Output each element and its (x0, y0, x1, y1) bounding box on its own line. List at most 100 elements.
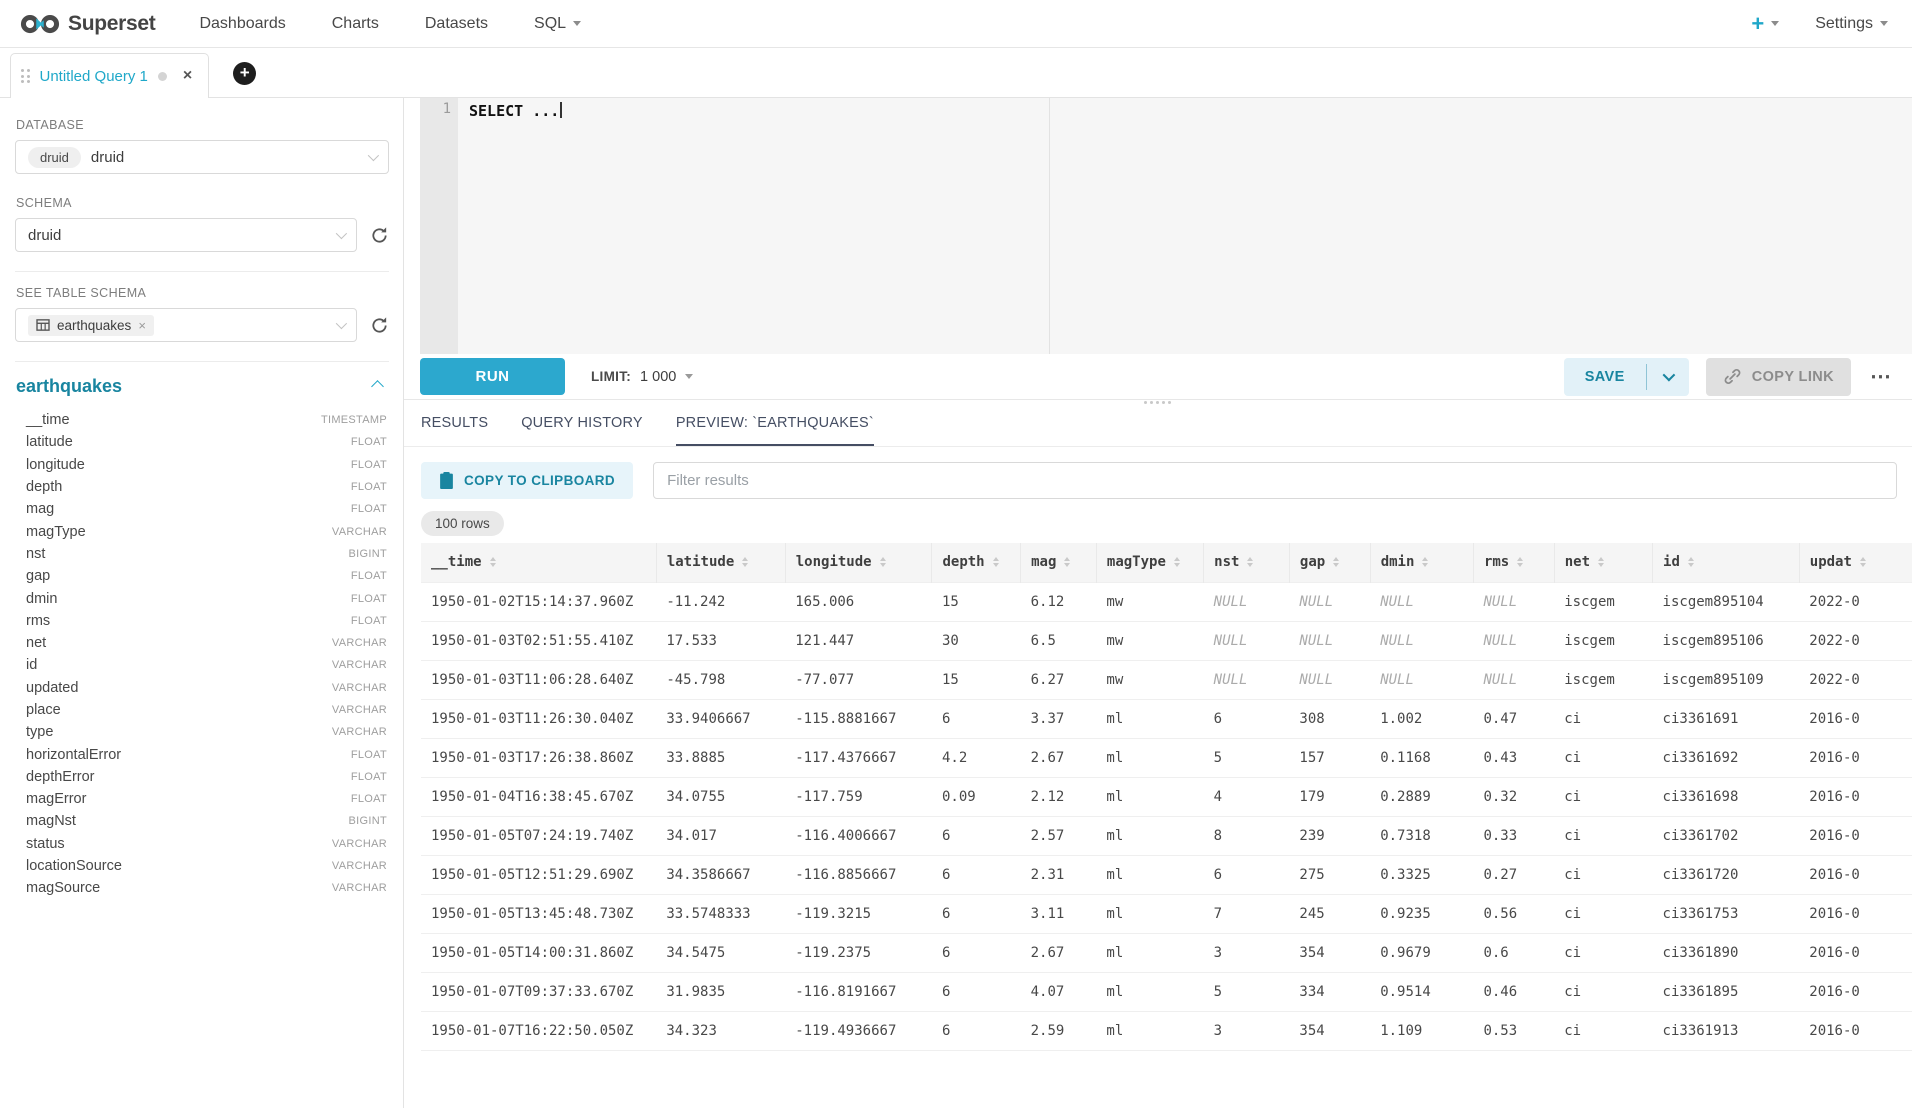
table-cell: ci (1554, 777, 1652, 816)
table-cell: 6 (932, 1011, 1021, 1050)
table-cell: 6 (932, 933, 1021, 972)
table-cell: 33.5748333 (656, 894, 785, 933)
table-cell: 33.9406667 (656, 699, 785, 738)
table-cell: iscgem (1554, 582, 1652, 621)
more-options-icon[interactable]: ⋯ (1868, 364, 1894, 389)
save-split-button: SAVE (1564, 358, 1689, 396)
table-cell: 0.43 (1473, 738, 1554, 777)
column-header-gap[interactable]: gap (1289, 543, 1370, 582)
collapse-table-icon[interactable] (371, 380, 384, 393)
column-header-latitude[interactable]: latitude (656, 543, 785, 582)
table-row: 1950-01-05T14:00:31.860Z34.5475-119.2375… (421, 933, 1912, 972)
copy-link-button[interactable]: COPY LINK (1706, 358, 1851, 396)
drag-handle-icon[interactable] (21, 69, 30, 83)
results-header-row: __timelatitudelongitudedepthmagmagTypens… (421, 543, 1912, 582)
query-tab-strip: Untitled Query 1 × + (0, 48, 1912, 98)
schema-column-type: VARCHAR (332, 838, 387, 850)
column-header-magType[interactable]: magType (1096, 543, 1203, 582)
schema-column-type: BIGINT (349, 548, 387, 560)
table-cell: 6 (1204, 855, 1290, 894)
table-row: 1950-01-05T07:24:19.740Z34.017-116.40066… (421, 816, 1912, 855)
run-button[interactable]: RUN (420, 358, 565, 395)
tab-results[interactable]: RESULTS (421, 415, 488, 446)
sort-icon (1598, 554, 1604, 570)
refresh-tables-icon[interactable] (370, 316, 389, 335)
schema-column-name: place (26, 702, 61, 718)
table-cell: 6 (932, 699, 1021, 738)
new-item-button[interactable]: + (1751, 13, 1779, 35)
settings-menu[interactable]: Settings (1815, 15, 1888, 33)
table-cell: NULL (1370, 660, 1473, 699)
copy-to-clipboard-button[interactable]: COPY TO CLIPBOARD (421, 462, 633, 499)
table-cell: ml (1096, 855, 1203, 894)
editor-code-area[interactable]: SELECT ... (458, 98, 1912, 354)
schema-column-type: FLOAT (351, 503, 387, 515)
nav-item-dashboards[interactable]: Dashboards (199, 15, 285, 33)
nav-item-charts[interactable]: Charts (332, 15, 379, 33)
table-cell: 0.47 (1473, 699, 1554, 738)
column-header-updat[interactable]: updat (1799, 543, 1912, 582)
table-select[interactable]: earthquakes × (15, 308, 357, 342)
column-header-dmin[interactable]: dmin (1370, 543, 1473, 582)
column-header-nst[interactable]: nst (1204, 543, 1290, 582)
table-cell: iscgem895109 (1653, 660, 1800, 699)
nav-item-sql[interactable]: SQL (534, 15, 581, 33)
table-cell: 275 (1289, 855, 1370, 894)
table-cell: 2.67 (1021, 738, 1097, 777)
schema-column-name: depthError (26, 769, 95, 785)
table-cell: -116.8191667 (785, 972, 932, 1011)
schema-column: nstBIGINT (15, 543, 389, 565)
filter-results-input[interactable] (653, 462, 1897, 499)
schema-column-type: FLOAT (351, 570, 387, 582)
column-header-rms[interactable]: rms (1473, 543, 1554, 582)
save-options-button[interactable] (1647, 358, 1689, 396)
schema-column-type: VARCHAR (332, 704, 387, 716)
schema-column: depthFLOAT (15, 476, 389, 498)
table-cell: 2016-0 (1799, 933, 1912, 972)
table-cell: 0.53 (1473, 1011, 1554, 1050)
brand-name: Superset (68, 12, 155, 36)
schema-column-type: VARCHAR (332, 637, 387, 649)
table-cell: 1.002 (1370, 699, 1473, 738)
schema-column: netVARCHAR (15, 632, 389, 654)
panel-resize-handle[interactable] (1144, 400, 1172, 404)
column-header-id[interactable]: id (1653, 543, 1800, 582)
column-header-__time[interactable]: __time (421, 543, 656, 582)
table-cell: ml (1096, 777, 1203, 816)
table-cell: 4.2 (932, 738, 1021, 777)
query-tab[interactable]: Untitled Query 1 × (10, 53, 209, 98)
table-cell: 0.3325 (1370, 855, 1473, 894)
limit-dropdown[interactable]: LIMIT: 1 000 (591, 369, 693, 385)
schema-column: locationSourceVARCHAR (15, 855, 389, 877)
schema-column-type: VARCHAR (332, 682, 387, 694)
remove-table-icon[interactable]: × (138, 318, 146, 333)
schema-column-name: latitude (26, 434, 73, 450)
superset-brand[interactable]: Superset (20, 11, 155, 37)
column-header-mag[interactable]: mag (1021, 543, 1097, 582)
close-tab-icon[interactable]: × (183, 67, 192, 85)
column-header-net[interactable]: net (1554, 543, 1652, 582)
column-header-longitude[interactable]: longitude (785, 543, 932, 582)
sql-editor[interactable]: 1 SELECT ... (420, 98, 1912, 354)
nav-item-datasets[interactable]: Datasets (425, 15, 488, 33)
table-cell: 1950-01-05T14:00:31.860Z (421, 933, 656, 972)
schema-column-name: __time (26, 412, 70, 428)
table-title: earthquakes (16, 376, 122, 397)
table-cell: 3.37 (1021, 699, 1097, 738)
column-header-depth[interactable]: depth (932, 543, 1021, 582)
table-cell: 308 (1289, 699, 1370, 738)
tab-preview-earthquakes[interactable]: PREVIEW: `EARTHQUAKES` (676, 415, 874, 446)
table-cell: -11.242 (656, 582, 785, 621)
table-cell: 354 (1289, 933, 1370, 972)
new-query-tab-button[interactable]: + (233, 62, 256, 85)
results-panel: RESULTS QUERY HISTORY PREVIEW: `EARTHQUA… (404, 400, 1912, 1108)
refresh-schema-icon[interactable] (370, 226, 389, 245)
save-button[interactable]: SAVE (1564, 358, 1646, 396)
table-cell: mw (1096, 582, 1203, 621)
table-cell: ci (1554, 933, 1652, 972)
table-cell: 6 (1204, 699, 1290, 738)
database-select[interactable]: druid druid (15, 140, 389, 174)
schema-select[interactable]: druid (15, 218, 357, 252)
tab-query-history[interactable]: QUERY HISTORY (521, 415, 643, 446)
table-cell: ml (1096, 894, 1203, 933)
